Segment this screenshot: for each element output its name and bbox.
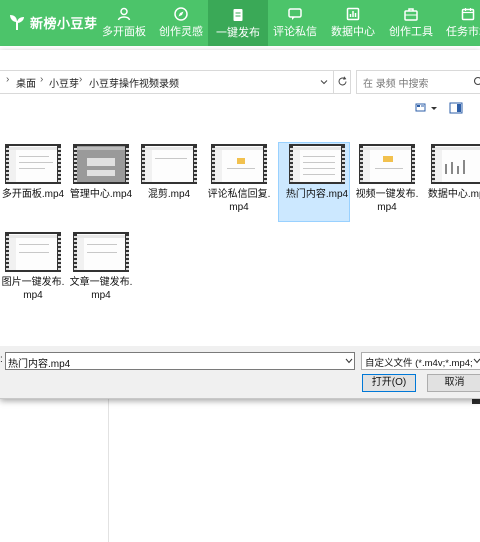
filetype-select[interactable]: 自定义文件 (*.m4v;*.mp4;*.mc	[361, 352, 480, 370]
video-thumbnail	[5, 232, 61, 272]
sprout-logo-icon	[10, 15, 24, 30]
file-name: 热门内容.mp4	[285, 189, 349, 200]
chevron-down-icon[interactable]	[320, 78, 328, 86]
file-item[interactable]: 混剪.mp4	[134, 144, 204, 201]
video-thumbnail	[359, 144, 415, 184]
chat-icon	[288, 8, 302, 20]
file-item[interactable]: 文章一键发布.mp4	[66, 232, 136, 302]
breadcrumb-separator: ›	[40, 74, 44, 85]
document-icon	[233, 9, 243, 21]
breadcrumb-item[interactable]: 小豆芽	[49, 75, 79, 90]
breadcrumb-item[interactable]: 桌面	[16, 75, 36, 90]
nav-item-inspiration[interactable]: 创作灵感	[151, 6, 211, 42]
file-item[interactable]: 视频一键发布.mp4	[352, 144, 422, 214]
video-thumbnail	[73, 232, 129, 272]
chart-icon	[346, 7, 360, 21]
nav-label: 数据中心	[331, 26, 375, 38]
search-box[interactable]: 在 录频 中搜索	[356, 70, 480, 94]
background-divider	[108, 398, 109, 542]
dialog-footer: : 热门内容.mp4 自定义文件 (*.m4v;*.mp4;*.mc 打开(O)…	[0, 346, 480, 398]
background-page	[0, 398, 480, 542]
file-item-selected[interactable]: 热门内容.mp4	[278, 142, 352, 222]
filename-input[interactable]: 热门内容.mp4	[5, 352, 355, 370]
file-name: 数据中心.mp4	[427, 189, 480, 200]
view-menu-arrow-icon[interactable]	[428, 100, 440, 116]
nav-label: 任务市场	[446, 26, 480, 38]
file-name: 视频一键发布.mp4	[355, 189, 419, 213]
file-name: 文章一键发布.mp4	[69, 277, 133, 301]
file-item[interactable]: 数据中心.mp4	[424, 144, 480, 201]
address-bar[interactable]: › 桌面 › 小豆芽 › 小豆芽操作视频 › 录频	[0, 70, 334, 94]
file-item[interactable]: 图片一键发布.mp4	[0, 232, 68, 302]
video-thumbnail	[5, 144, 61, 184]
nav-item-tools[interactable]: 创作工具	[381, 6, 441, 42]
breadcrumb-separator: ›	[79, 74, 83, 85]
nav-label: 一键发布	[216, 27, 260, 39]
filename-label: :	[0, 354, 3, 365]
user-icon	[117, 7, 131, 21]
refresh-button[interactable]	[334, 70, 351, 94]
video-thumbnail	[289, 144, 345, 184]
nav-item-multi-panel[interactable]: 多开面板	[94, 6, 154, 42]
calendar-icon	[461, 8, 475, 21]
preview-pane-icon[interactable]	[448, 100, 464, 116]
app-logo: 新榜小豆芽	[8, 10, 98, 34]
file-name: 管理中心.mp4	[69, 189, 133, 200]
nav-label: 评论私信	[273, 26, 317, 38]
chevron-down-icon	[473, 358, 480, 364]
file-name: 混剪.mp4	[147, 189, 191, 200]
breadcrumb-separator: ›	[149, 74, 153, 85]
nav-label: 创作工具	[389, 26, 433, 38]
view-toolbar	[0, 100, 480, 120]
file-item[interactable]: 评论私信回复.mp4	[204, 144, 274, 214]
toolbox-icon	[404, 8, 418, 21]
open-button[interactable]: 打开(O)	[362, 374, 416, 392]
compass-icon	[174, 7, 188, 21]
address-row: › 桌面 › 小豆芽 › 小豆芽操作视频 › 录频 在 录频 中搜索	[0, 70, 480, 94]
filetype-value: 自定义文件 (*.m4v;*.mp4;*.mc	[365, 358, 473, 369]
file-item[interactable]: 多开面板.mp4	[0, 144, 68, 201]
app-header: 新榜小豆芽 多开面板 创作灵感 一键发布 评论私信 数据中心 创作工具 任务市场	[0, 0, 480, 46]
search-icon	[473, 76, 480, 86]
video-thumbnail	[141, 144, 197, 184]
file-open-dialog: › 桌面 › 小豆芽 › 小豆芽操作视频 › 录频 在 录频 中搜索 多开面板.…	[0, 50, 480, 399]
filename-value: 热门内容.mp4	[8, 359, 71, 370]
cancel-button[interactable]: 取消	[427, 374, 480, 392]
file-name: 图片一键发布.mp4	[1, 277, 65, 301]
file-item[interactable]: 管理中心.mp4	[66, 144, 136, 201]
nav-item-data-center[interactable]: 数据中心	[323, 6, 383, 42]
refresh-icon	[338, 76, 347, 86]
video-thumbnail	[73, 144, 129, 184]
nav-label: 多开面板	[102, 26, 146, 38]
breadcrumb-separator: ›	[6, 74, 10, 85]
file-list: 多开面板.mp4 管理中心.mp4 混剪.mp4 评论私信回复.mp4 热门内容…	[0, 118, 480, 348]
file-name: 评论私信回复.mp4	[207, 189, 271, 213]
app-title: 新榜小豆芽	[30, 15, 98, 31]
breadcrumb-item[interactable]: 录频	[159, 75, 179, 90]
nav-label: 创作灵感	[159, 26, 203, 38]
file-name: 多开面板.mp4	[1, 189, 65, 200]
nav-item-publish[interactable]: 一键发布	[208, 0, 268, 46]
search-placeholder: 在 录频 中搜索	[363, 79, 429, 90]
chevron-down-icon[interactable]	[345, 358, 353, 364]
nav-item-comments[interactable]: 评论私信	[265, 6, 325, 42]
nav-item-task-market[interactable]: 任务市场	[438, 6, 480, 42]
video-thumbnail	[431, 144, 480, 184]
video-thumbnail	[211, 144, 267, 184]
